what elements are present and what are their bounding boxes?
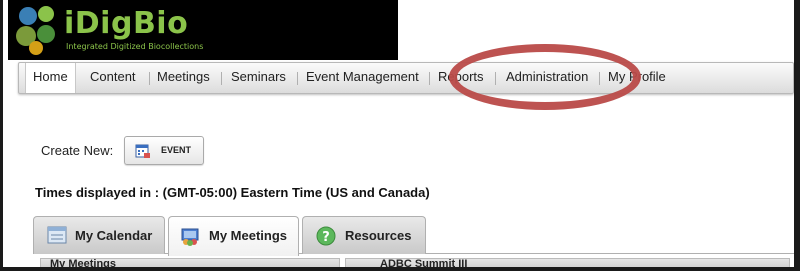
site-header-logo[interactable]: iDigBio Integrated Digitized Biocollecti… bbox=[8, 0, 398, 60]
tab-my-calendar[interactable]: My Calendar bbox=[33, 216, 165, 254]
tab-my-calendar-label: My Calendar bbox=[75, 228, 153, 243]
tab-strip: My Calendar My Meetings ? Resources bbox=[33, 216, 794, 256]
tab-resources-label: Resources bbox=[345, 228, 412, 243]
main-nav-bar: Home Content Meetings Seminars Event Man… bbox=[18, 62, 794, 94]
nav-home[interactable]: Home bbox=[25, 63, 76, 93]
help-question-icon: ? bbox=[316, 226, 336, 246]
calendar-event-icon bbox=[135, 144, 150, 158]
svg-text:?: ? bbox=[322, 230, 330, 245]
window-frame-right bbox=[794, 0, 800, 271]
idigbio-logo-icon bbox=[16, 6, 55, 55]
timezone-notice: Times displayed in : (GMT-05:00) Eastern… bbox=[35, 185, 430, 200]
tab-my-meetings[interactable]: My Meetings bbox=[168, 216, 299, 256]
nav-seminars[interactable]: Seminars bbox=[224, 63, 293, 93]
meetings-icon bbox=[181, 228, 199, 246]
window-frame-bottom bbox=[0, 267, 800, 271]
highlight-annotation-ellipse bbox=[449, 44, 641, 110]
nav-separator bbox=[221, 72, 222, 85]
event-button-label: EVENT bbox=[161, 145, 192, 155]
nav-event-management[interactable]: Event Management bbox=[299, 63, 426, 93]
nav-content[interactable]: Content bbox=[83, 63, 143, 93]
nav-separator bbox=[429, 72, 430, 85]
calendar-icon bbox=[47, 226, 67, 244]
logo-wordmark: iDigBio bbox=[64, 6, 189, 41]
logo-tagline: Integrated Digitized Biocollections bbox=[66, 42, 204, 51]
create-event-button[interactable]: EVENT bbox=[124, 136, 204, 165]
nav-meetings[interactable]: Meetings bbox=[150, 63, 217, 93]
nav-separator bbox=[297, 72, 298, 85]
tab-my-meetings-label: My Meetings bbox=[209, 228, 288, 243]
window-frame-left bbox=[0, 0, 3, 271]
tab-resources[interactable]: ? Resources bbox=[302, 216, 426, 254]
create-new-label: Create New: bbox=[41, 143, 114, 158]
